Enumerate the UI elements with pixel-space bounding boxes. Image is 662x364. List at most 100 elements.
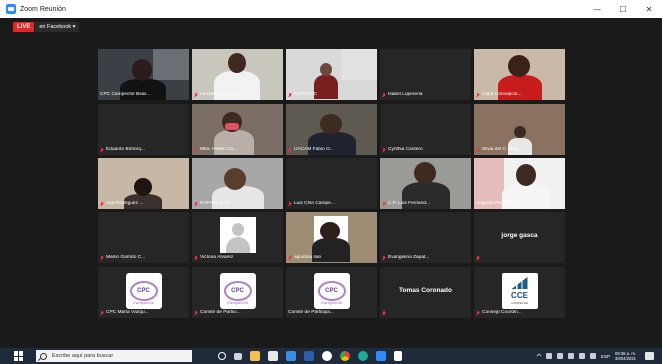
participant-tile[interactable]: CCE CAMPECHE Consejo Coordin... — [474, 267, 565, 318]
document-icon[interactable] — [394, 351, 402, 361]
participant-tile[interactable]: C.P. Luis Fernánd... — [380, 158, 471, 209]
participant-name: RAFAEL RUZ — [200, 201, 230, 206]
muted-mic-icon — [194, 147, 198, 153]
network-icon[interactable] — [579, 353, 586, 359]
windows-start-icon[interactable] — [14, 351, 24, 361]
taskbar-search-box[interactable]: Escribe aquí para buscar — [36, 350, 192, 362]
taskbar-clock[interactable]: 09:38 a. m. 30/04/2021 — [615, 351, 636, 361]
participant-name-label: Consejo Coordin... — [476, 310, 563, 316]
participant-tile[interactable]: jorge gasca — [474, 212, 565, 263]
participant-name: Victoria Álvarez — [200, 255, 234, 260]
muted-mic-icon — [476, 147, 480, 153]
clock-date: 30/04/2021 — [615, 356, 636, 361]
window-controls: — ☐ ✕ — [584, 0, 662, 18]
participant-tile[interactable]: Luis Chin Campe... — [286, 158, 377, 209]
participant-name: Eduardo Bohórq... — [106, 147, 145, 152]
muted-mic-icon — [194, 310, 198, 316]
participant-tile[interactable]: Victoria Álvarez — [192, 212, 283, 263]
participant-tile[interactable]: COPAPEC — [286, 49, 377, 100]
muted-mic-icon — [288, 92, 292, 98]
photos-icon[interactable] — [358, 351, 368, 361]
muted-mic-icon — [476, 256, 480, 261]
store-icon[interactable] — [268, 351, 278, 361]
participant-name: Evangelina Zapat... — [388, 255, 430, 260]
participant-tile[interactable]: Ana Rodríguez ... — [98, 158, 189, 209]
task-view-icon[interactable] — [218, 352, 226, 360]
live-destination-dropdown[interactable]: en Facebook ▾ — [35, 22, 80, 32]
muted-mic-icon — [100, 147, 104, 153]
mic-icon[interactable] — [557, 353, 564, 359]
participant-tile[interactable]: CPC Campeche Comité de Partici... — [192, 267, 283, 318]
participant-tile[interactable]: CPC Campeche Beat... — [98, 49, 189, 100]
participant-tile[interactable]: Clara Concepció... — [474, 49, 565, 100]
participant-tile[interactable]: Tomas Coronado — [380, 267, 471, 318]
participant-tile[interactable]: UACAM Fabio O... — [286, 104, 377, 155]
notification-center-icon[interactable] — [645, 352, 654, 360]
participant-name-label: Comité de Participa... — [288, 310, 375, 316]
participant-name-label: Mtra. Hellen Ca... — [194, 147, 281, 153]
muted-mic-icon — [382, 255, 386, 261]
participant-tile[interactable]: Silvia del C. Mag... — [474, 104, 565, 155]
participant-name-label: Cynthia Cantero — [382, 147, 469, 153]
default-avatar-icon — [219, 217, 256, 253]
participant-name-label: Leonardo de Jes... — [194, 92, 281, 98]
maximize-button[interactable]: ☐ — [610, 0, 636, 18]
muted-mic-icon — [288, 201, 292, 207]
muted-mic-icon — [194, 201, 198, 207]
participant-tile[interactable]: Eduardo Bohórq... — [98, 104, 189, 155]
mail-icon[interactable] — [286, 351, 296, 361]
chevron-up-icon[interactable] — [536, 353, 542, 359]
participant-name-label: Victoria Álvarez — [194, 255, 281, 261]
cpc-logo: CPC Campeche — [219, 273, 256, 309]
browser-chrome-icon[interactable] — [340, 351, 350, 361]
widgets-icon[interactable] — [234, 352, 242, 360]
participant-name: Leonardo de Jes... — [200, 92, 240, 97]
participant-name: Luis Chin Campe... — [294, 201, 335, 206]
participant-name-label: Isabel Loperena — [382, 92, 469, 98]
muted-mic-icon — [476, 92, 480, 98]
minimize-button[interactable]: — — [584, 0, 610, 18]
system-tray: ESP 09:38 a. m. 30/04/2021 — [536, 348, 636, 364]
participant-tile[interactable]: RAFAEL RUZ — [192, 158, 283, 209]
muted-mic-icon — [194, 92, 198, 98]
file-explorer-icon[interactable] — [250, 351, 260, 361]
media-icon[interactable] — [304, 351, 314, 361]
participant-name-label: Eduardo Bohórq... — [100, 147, 187, 153]
participant-name: Augusto Peña Espe... — [476, 201, 523, 206]
participant-tile[interactable]: Marlin Garrido C... — [98, 212, 189, 263]
participant-tile[interactable]: Augusto Peña Espe... — [474, 158, 565, 209]
participant-name: Marlin Garrido C... — [106, 255, 146, 260]
gallery-grid: CPC Campeche Beat... Leonardo de Jes... CO… — [98, 49, 566, 319]
participant-tile[interactable]: Leonardo de Jes... — [192, 49, 283, 100]
participant-tile[interactable]: Isabel Loperena — [380, 49, 471, 100]
window-title: Zoom Reunión — [20, 5, 66, 13]
participant-name-label: Evangelina Zapat... — [382, 255, 469, 261]
participant-name: CPC Campeche Beat... — [100, 92, 150, 97]
zoom-taskbar-icon[interactable] — [376, 351, 386, 361]
battery-icon[interactable] — [568, 353, 575, 359]
participant-name: Cynthia Cantero — [388, 147, 423, 152]
participant-tile[interactable]: agustina san — [286, 212, 377, 263]
participant-name-label: Comité de Partici... — [194, 310, 281, 316]
volume-icon[interactable] — [590, 353, 597, 359]
title-bar[interactable]: Zoom Reunión — ☐ ✕ — [0, 0, 662, 18]
muted-mic-icon — [288, 147, 292, 153]
cpc-logo: CPC Campeche — [313, 273, 350, 309]
browser-edge-icon[interactable] — [322, 351, 332, 361]
participant-tile[interactable]: Mtra. Hellen Ca... — [192, 104, 283, 155]
participant-tile[interactable]: Evangelina Zapat... — [380, 212, 471, 263]
participant-name-label — [476, 256, 563, 261]
live-stream-indicator[interactable]: LIVE en Facebook ▾ — [13, 22, 80, 32]
taskbar-pinned-apps — [218, 351, 402, 361]
people-icon[interactable] — [546, 353, 553, 359]
close-button[interactable]: ✕ — [636, 0, 662, 18]
participant-tile[interactable]: Cynthia Cantero — [380, 104, 471, 155]
participant-tile[interactable]: CPC Campeche CPC María Vázqu... — [98, 267, 189, 318]
participant-tile[interactable]: CPC Campeche Comité de Participa... — [286, 267, 377, 318]
participant-name: Clara Concepció... — [482, 92, 522, 97]
participant-name-label: Silvia del C. Mag... — [476, 147, 563, 153]
participant-name-label: CPC Campeche Beat... — [100, 92, 187, 98]
language-indicator[interactable]: ESP — [601, 354, 610, 359]
muted-mic-icon — [100, 255, 104, 261]
muted-mic-icon — [194, 255, 198, 261]
